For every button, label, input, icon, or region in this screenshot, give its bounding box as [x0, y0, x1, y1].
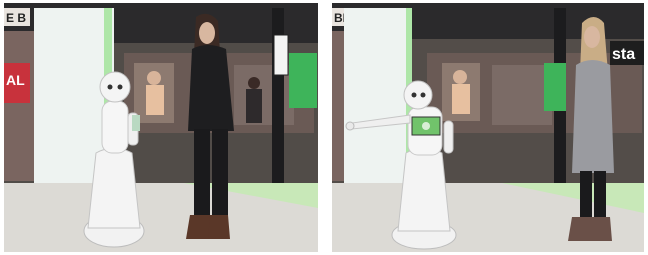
- green-screen: [544, 63, 566, 111]
- photo-panel-left: AL E B: [4, 3, 318, 252]
- white-pillar: [344, 8, 412, 186]
- mannequin-head: [453, 70, 467, 84]
- store-sign-text: AL: [6, 72, 25, 88]
- edge-sign-text: E B: [6, 11, 26, 25]
- photo-panel-right: BE sta: [332, 3, 644, 252]
- mannequin-body-2: [246, 89, 262, 123]
- mannequin-body: [146, 85, 164, 115]
- green-screen: [289, 53, 317, 108]
- mannequin-head: [147, 71, 161, 85]
- store-front-left: [4, 31, 34, 181]
- scene-left: AL E B: [4, 3, 318, 252]
- store-sign-text: sta: [612, 46, 635, 63]
- poster-2: [492, 65, 552, 125]
- mannequin-body: [452, 84, 470, 114]
- small-sign: [273, 34, 289, 76]
- scene-right: BE sta: [332, 3, 644, 252]
- mannequin-head-2: [248, 77, 260, 89]
